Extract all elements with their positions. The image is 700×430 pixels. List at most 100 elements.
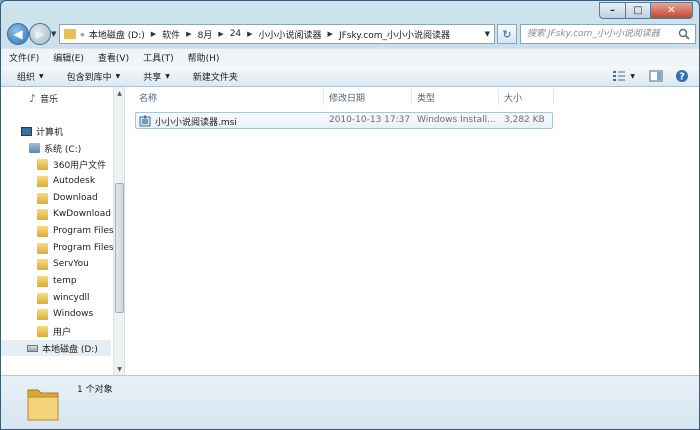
chevron-down-icon: ▼ <box>39 72 44 80</box>
back-button[interactable]: ◀ <box>7 23 29 45</box>
address-bar[interactable]: « 本地磁盘 (D:) ▶ 软件 ▶ 8月 ▶ 24 ▶ 小小小说阅读器 ▶ JFsky.… <box>59 24 495 44</box>
view-dropdown-icon[interactable]: ▼ <box>630 73 635 80</box>
navigation-row: ◀ ▶ ▼ « 本地磁盘 (D:) ▶ 软件 ▶ 8月 ▶ 24 ▶ 小小小说阅读器 ▶ … <box>1 21 699 47</box>
maximize-button[interactable]: □ <box>625 2 650 19</box>
local-disk-icon <box>27 344 38 352</box>
folder-icon <box>37 225 48 237</box>
breadcrumb-separator-icon[interactable]: ▶ <box>247 30 252 38</box>
share-button[interactable]: 共享 ▼ <box>143 70 170 83</box>
installer-package-icon <box>139 115 151 127</box>
tree-item-folder[interactable]: Autodesk <box>37 173 95 189</box>
menu-edit[interactable]: 编辑(E) <box>53 51 84 64</box>
folder-icon <box>37 242 48 254</box>
breadcrumb-separator-icon[interactable]: ▶ <box>328 30 333 38</box>
recent-pages-dropdown[interactable]: ▼ <box>51 30 56 38</box>
tree-item-folder[interactable]: Program Files <box>37 223 114 239</box>
tree-item-folder[interactable]: ServYou <box>37 256 89 272</box>
computer-icon <box>21 126 32 136</box>
chevron-down-icon: ▼ <box>165 72 170 80</box>
breadcrumb-software[interactable]: 软件 ▶ <box>162 28 197 41</box>
organize-button[interactable]: 组织 ▼ <box>17 70 44 83</box>
folder-icon <box>37 208 48 220</box>
column-header-size[interactable]: 大小 <box>504 91 522 104</box>
view-controls: ▼ ? <box>604 69 689 83</box>
address-overflow[interactable]: « <box>80 30 85 39</box>
menu-view[interactable]: 查看(V) <box>98 51 129 64</box>
item-count: 1 个对象 <box>77 385 113 395</box>
explorer-window: – □ ✕ ◀ ▶ ▼ « 本地磁盘 (D:) ▶ 软件 ▶ 8月 ▶ 24 ▶ 小小小… <box>0 0 700 430</box>
help-icon[interactable]: ? <box>675 69 689 83</box>
breadcrumb-separator-icon[interactable]: ▶ <box>218 30 223 38</box>
tree-item-folder[interactable]: Windows <box>37 306 93 322</box>
address-dropdown-icon[interactable]: ▼ <box>485 30 490 38</box>
scroll-up-icon[interactable]: ▲ <box>114 88 124 98</box>
folder-icon <box>37 258 48 270</box>
navigation-scrollbar[interactable]: ▲ ▼ <box>113 87 124 375</box>
navigation-pane: ♪ 音乐 计算机 系统 (C:) 360用户文件 Autodesk Downlo… <box>1 87 125 375</box>
tree-item-folder[interactable]: temp <box>37 273 77 289</box>
file-row[interactable]: 小小小说阅读器.msi 2010-10-13 17:37 Windows Ins… <box>135 112 553 129</box>
column-divider[interactable] <box>411 89 412 105</box>
refresh-icon: ↻ <box>502 27 512 41</box>
tree-item-folder[interactable]: wincydll <box>37 290 90 306</box>
folder-icon <box>27 389 59 421</box>
file-list-pane: 名称 修改日期 类型 大小 小小小说阅读器.msi 2010-10-13 17:… <box>125 87 699 375</box>
column-header-date[interactable]: 修改日期 <box>329 91 365 104</box>
caption-buttons: – □ ✕ <box>599 2 693 19</box>
search-icon[interactable] <box>678 28 690 40</box>
menu-tools[interactable]: 工具(T) <box>143 51 174 64</box>
tree-item-folder[interactable]: KwDownload <box>37 206 111 222</box>
file-name: 小小小说阅读器.msi <box>155 118 237 128</box>
scroll-down-icon[interactable]: ▼ <box>114 364 124 374</box>
folder-icon <box>37 158 48 170</box>
tree-item-folder[interactable]: Program Files <box>37 240 114 256</box>
refresh-button[interactable]: ↻ <box>497 24 517 44</box>
file-type: Windows Install... <box>417 115 496 125</box>
column-divider[interactable] <box>553 89 554 105</box>
details-pane: 1 个对象 <box>1 375 699 429</box>
folder-icon <box>37 292 48 304</box>
breadcrumb-current[interactable]: JFsky.com_小小小说阅读器 <box>339 28 450 41</box>
breadcrumb-24[interactable]: 24 ▶ <box>230 29 259 39</box>
tree-item-folder[interactable]: Download <box>37 190 98 206</box>
breadcrumb-drive-d[interactable]: 本地磁盘 (D:) ▶ <box>89 28 162 41</box>
view-options-icon[interactable] <box>612 70 626 82</box>
command-bar: 组织 ▼ 包含到库中 ▼ 共享 ▼ 新建文件夹 ▼ ? <box>1 66 699 87</box>
forward-button[interactable]: ▶ <box>29 23 51 45</box>
folder-icon <box>37 192 48 204</box>
column-divider[interactable] <box>323 89 324 105</box>
search-input[interactable] <box>521 25 673 43</box>
include-in-library-button[interactable]: 包含到库中 ▼ <box>67 70 121 83</box>
tree-item-music[interactable]: ♪ 音乐 <box>29 90 58 106</box>
breadcrumb-separator-icon[interactable]: ▶ <box>186 30 191 38</box>
minimize-button[interactable]: – <box>599 2 625 19</box>
folder-icon <box>37 308 48 320</box>
breadcrumb-reader[interactable]: 小小小说阅读器 ▶ <box>259 28 339 41</box>
close-button[interactable]: ✕ <box>650 2 693 19</box>
menu-file[interactable]: 文件(F) <box>9 51 39 64</box>
svg-text:?: ? <box>679 72 685 83</box>
tree-item-folder[interactable]: 360用户文件 <box>37 156 106 172</box>
menu-help[interactable]: 帮助(H) <box>188 51 220 64</box>
folder-icon <box>64 29 76 39</box>
column-divider[interactable] <box>498 89 499 105</box>
chevron-down-icon: ▼ <box>115 72 121 80</box>
folder-icon <box>37 325 48 337</box>
tree-item-computer[interactable]: 计算机 <box>21 123 63 139</box>
arrow-right-icon: ▶ <box>35 27 45 41</box>
column-header-name[interactable]: 名称 <box>139 91 157 104</box>
folder-icon <box>37 175 48 187</box>
new-folder-button[interactable]: 新建文件夹 <box>193 70 238 83</box>
tree-item-folder[interactable]: 用户 <box>37 323 71 339</box>
menu-bar: 文件(F) 编辑(E) 查看(V) 工具(T) 帮助(H) <box>1 48 699 66</box>
breadcrumb-separator-icon[interactable]: ▶ <box>151 30 156 38</box>
arrow-left-icon: ◀ <box>13 27 23 41</box>
column-header-type[interactable]: 类型 <box>417 91 435 104</box>
tree-item-drive-d[interactable]: 本地磁盘 (D:) <box>1 340 111 356</box>
breadcrumb-august[interactable]: 8月 ▶ <box>198 28 230 41</box>
file-modified-date: 2010-10-13 17:37 <box>329 115 411 125</box>
scroll-thumb[interactable] <box>115 183 124 313</box>
tree-item-drive-c[interactable]: 系统 (C:) <box>29 140 81 156</box>
system-drive-icon <box>29 143 40 153</box>
preview-pane-icon[interactable] <box>649 70 663 82</box>
